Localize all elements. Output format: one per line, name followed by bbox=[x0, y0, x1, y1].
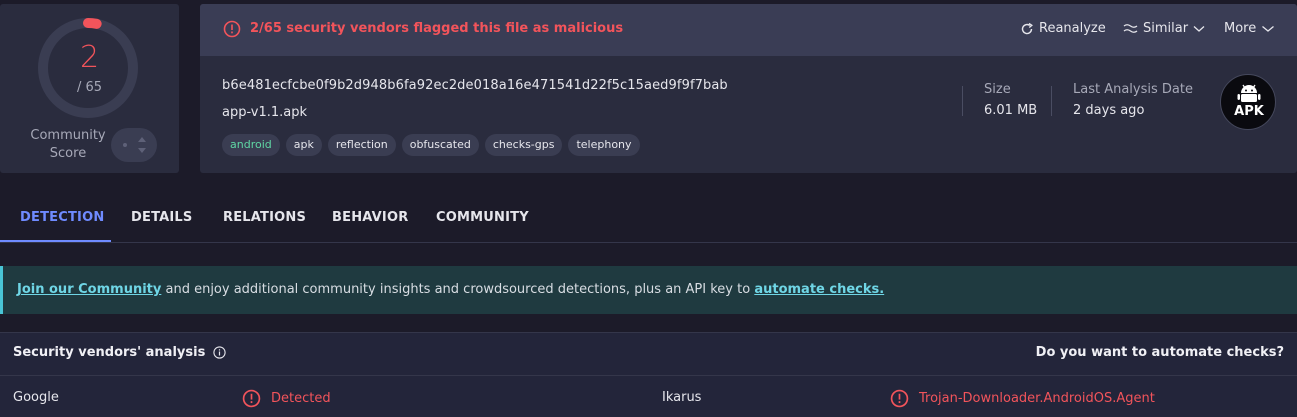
tag-telephony[interactable]: telephony bbox=[568, 134, 640, 156]
active-tab-indicator bbox=[0, 240, 111, 242]
community-banner: Join our Community and enjoy additional … bbox=[0, 266, 1297, 314]
vote-down-icon[interactable] bbox=[138, 148, 146, 153]
tag-android[interactable]: android bbox=[222, 134, 280, 156]
vendors-title: Security vendors' analysis bbox=[13, 345, 206, 360]
last-analysis-label: Last Analysis Date bbox=[1073, 82, 1193, 97]
tab-relations[interactable]: RELATIONS bbox=[223, 210, 306, 225]
reanalyze-label: Reanalyze bbox=[1039, 21, 1106, 36]
vendor-name-google: Google bbox=[13, 390, 59, 405]
vendors-heading: Security vendors' analysis bbox=[13, 345, 226, 360]
file-info-card: 2/65 security vendors flagged this file … bbox=[200, 4, 1297, 173]
join-community-link[interactable]: Join our Community bbox=[17, 282, 161, 297]
banner-text: Join our Community and enjoy additional … bbox=[17, 282, 884, 297]
size-label: Size bbox=[984, 82, 1011, 97]
meta-divider bbox=[962, 86, 963, 116]
tab-community[interactable]: COMMUNITY bbox=[436, 210, 529, 225]
chevron-down-icon bbox=[1262, 25, 1275, 32]
security-vendors-panel: Security vendors' analysis Do you want t… bbox=[0, 332, 1297, 417]
vendors-divider bbox=[0, 375, 1297, 376]
tab-details[interactable]: DETAILS bbox=[131, 210, 192, 225]
tab-detection[interactable]: DETECTION bbox=[20, 210, 104, 225]
automate-checks-link[interactable]: automate checks. bbox=[754, 282, 884, 297]
size-value: 6.01 MB bbox=[984, 103, 1038, 118]
reanalyze-button[interactable]: Reanalyze bbox=[1020, 21, 1106, 36]
detection-score-card: 2 / 65 Community Score bbox=[0, 4, 179, 173]
file-type-badge: APK bbox=[1220, 74, 1276, 130]
automate-checks-prompt[interactable]: Do you want to automate checks? bbox=[1036, 345, 1284, 360]
vendor-name-ikarus: Ikarus bbox=[662, 390, 702, 405]
alert-circle-icon bbox=[242, 389, 261, 408]
detection-total: / 65 bbox=[76, 80, 103, 95]
info-icon[interactable] bbox=[213, 346, 226, 359]
tab-behavior[interactable]: BEHAVIOR bbox=[332, 210, 408, 225]
android-icon bbox=[1237, 84, 1261, 102]
community-score-label: Community Score bbox=[30, 128, 106, 161]
last-analysis-value: 2 days ago bbox=[1073, 103, 1145, 118]
detection-count: 2 bbox=[79, 40, 100, 75]
refresh-icon bbox=[1021, 22, 1033, 34]
similar-label: Similar bbox=[1143, 21, 1189, 36]
community-score-vote[interactable] bbox=[111, 128, 157, 162]
dot-icon bbox=[123, 143, 127, 147]
tag-obfuscated[interactable]: obfuscated bbox=[401, 134, 479, 156]
report-tabs: DETECTION DETAILS RELATIONS BEHAVIOR COM… bbox=[0, 196, 1297, 243]
alert-circle-icon bbox=[890, 389, 909, 408]
vendor-result-google: Detected bbox=[242, 389, 331, 408]
file-name: app-v1.1.apk bbox=[222, 105, 308, 120]
more-label: More bbox=[1224, 21, 1257, 36]
file-tags: android apk reflection obfuscated checks… bbox=[222, 134, 640, 156]
meta-divider bbox=[1051, 86, 1052, 116]
vote-up-icon[interactable] bbox=[138, 137, 146, 142]
detection-result: Detected bbox=[271, 391, 331, 406]
detection-result: Trojan-Downloader.AndroidOS.Agent bbox=[919, 391, 1155, 406]
file-hash[interactable]: b6e481ecfcbe0f9b2d948b6fa92ec2de018a16e4… bbox=[222, 78, 728, 93]
tag-checks-gps[interactable]: checks-gps bbox=[484, 134, 563, 156]
banner-middle-text: and enjoy additional community insights … bbox=[161, 282, 755, 297]
similar-dropdown[interactable]: Similar bbox=[1123, 21, 1205, 36]
chevron-down-icon bbox=[1193, 25, 1205, 32]
more-dropdown[interactable]: More bbox=[1224, 21, 1275, 36]
vendor-result-ikarus: Trojan-Downloader.AndroidOS.Agent bbox=[890, 389, 1155, 408]
tag-reflection[interactable]: reflection bbox=[327, 134, 396, 156]
alert-circle-icon bbox=[223, 20, 241, 38]
tag-apk[interactable]: apk bbox=[285, 134, 322, 156]
file-type-label: APK bbox=[1234, 104, 1264, 119]
similar-icon bbox=[1123, 23, 1138, 33]
malicious-alert-bar: 2/65 security vendors flagged this file … bbox=[200, 4, 1297, 56]
alert-message: 2/65 security vendors flagged this file … bbox=[250, 21, 624, 36]
